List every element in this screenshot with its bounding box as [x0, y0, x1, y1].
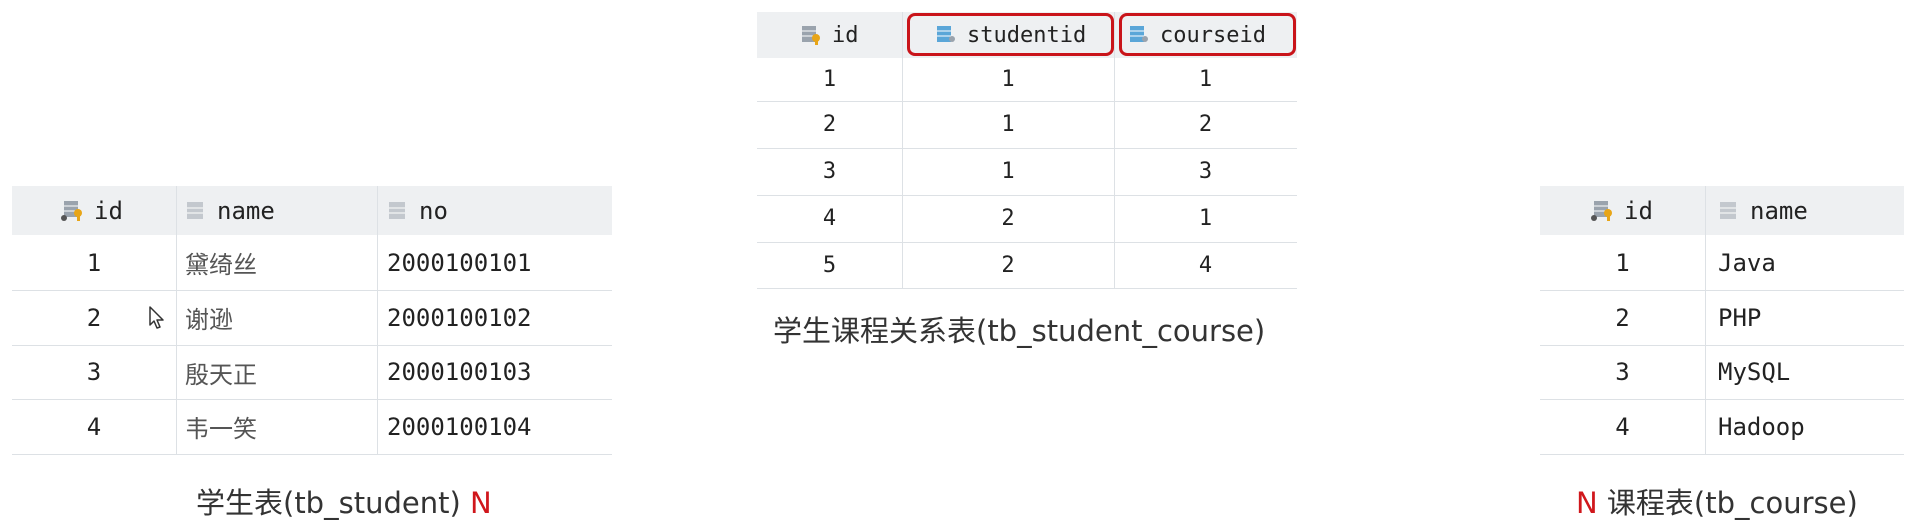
cell-id: 5 [822, 252, 837, 278]
student-caption: 学生表(tb_student) N [196, 480, 492, 522]
key-column-icon [61, 200, 82, 221]
cell-name: Java [1718, 248, 1776, 277]
cell-id: 4 [1615, 412, 1630, 441]
course-caption-text: 课程表(tb_course) [1606, 486, 1858, 520]
cell-studentid: 2 [1001, 252, 1015, 278]
column-divider [1705, 186, 1706, 454]
cell-studentid: 1 [1001, 159, 1015, 184]
cell-id: 4 [822, 206, 837, 231]
column-label: id [1624, 196, 1653, 225]
column-label: id [832, 22, 859, 48]
junction-header-id[interactable]: id [800, 12, 859, 58]
student-caption-text: 学生表(tb_student) [196, 486, 461, 520]
cell-courseid: 1 [1198, 206, 1213, 231]
column-label: id [94, 196, 123, 225]
column-label: name [1750, 196, 1808, 225]
course-header-id[interactable]: id [1590, 186, 1653, 235]
cardinality-marker: N [470, 486, 492, 520]
cell-id: 1 [86, 248, 102, 277]
cell-id: 3 [86, 358, 102, 386]
cell-name: 黛绮丝 [185, 251, 257, 279]
cell-studentid: 2 [1001, 206, 1015, 231]
column-label: no [419, 196, 448, 225]
course-header-name[interactable]: name [1718, 186, 1808, 235]
column-label: name [217, 196, 275, 225]
courseid-highlight-box [1119, 13, 1296, 56]
cell-id: 1 [1615, 248, 1630, 277]
cell-name: 谢逊 [185, 306, 233, 334]
cell-id: 3 [822, 159, 837, 184]
row-divider [757, 288, 1297, 289]
mouse-pointer-icon [149, 306, 164, 329]
cell-name: Hadoop [1718, 412, 1805, 441]
row-divider [12, 454, 612, 455]
studentid-highlight-box [907, 13, 1114, 56]
column-divider [176, 186, 177, 454]
cell-studentid: 1 [1001, 67, 1015, 92]
course-caption: N 课程表(tb_course) [1576, 480, 1858, 522]
cell-name: MySQL [1718, 358, 1791, 386]
cell-name: 殷天正 [185, 360, 257, 389]
cell-courseid: 3 [1198, 159, 1213, 184]
student-header-id[interactable]: id [60, 186, 123, 235]
key-column-icon [1591, 200, 1612, 221]
cell-id: 2 [822, 112, 837, 137]
cell-id: 1 [822, 67, 837, 92]
cell-name: 韦一笑 [185, 415, 257, 443]
cell-studentid: 1 [1001, 112, 1015, 137]
cell-courseid: 2 [1198, 112, 1213, 137]
cell-no: 2000100103 [387, 358, 532, 386]
cell-courseid: 1 [1198, 67, 1213, 92]
column-icon [389, 201, 405, 219]
cell-no: 2000100102 [387, 303, 532, 332]
cell-courseid: 4 [1198, 252, 1213, 278]
cell-id: 4 [86, 412, 102, 441]
student-header-no[interactable]: no [387, 186, 448, 235]
cardinality-marker: N [1576, 486, 1598, 520]
cell-no: 2000100101 [387, 248, 532, 277]
column-icon [1720, 201, 1736, 219]
column-divider [377, 186, 378, 454]
cell-no: 2000100104 [387, 412, 532, 441]
cell-id: 3 [1615, 358, 1630, 386]
cell-name: PHP [1718, 303, 1762, 332]
row-divider [1540, 454, 1904, 455]
student-header-name[interactable]: name [185, 186, 275, 235]
cell-id: 2 [1615, 303, 1630, 332]
key-column-icon [802, 26, 820, 45]
column-icon [187, 201, 203, 219]
junction-caption: 学生课程关系表(tb_student_course) [773, 314, 1266, 348]
